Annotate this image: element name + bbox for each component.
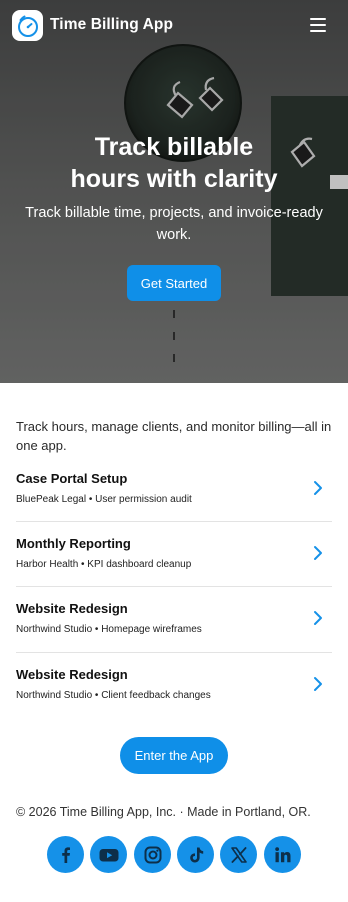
tiktok-icon	[189, 847, 203, 862]
project-item[interactable]: Case Portal Setup BluePeak Legal • User …	[16, 471, 332, 537]
chevron-right-icon	[314, 611, 322, 625]
get-started-button[interactable]: Get Started	[127, 265, 221, 301]
hero-title: Track billable hours with clarity	[0, 131, 348, 195]
instagram-link[interactable]	[134, 836, 171, 873]
youtube-link[interactable]	[90, 836, 127, 873]
enter-app-button[interactable]: Enter the App	[120, 737, 228, 774]
top-navigation-bar: Time Billing App	[0, 0, 348, 52]
social-links	[47, 836, 301, 874]
project-item[interactable]: Website Redesign Northwind Studio • Clie…	[16, 667, 332, 733]
hero-section: Time Billing App Track billable hours wi…	[0, 0, 348, 383]
project-title: Website Redesign	[16, 667, 128, 682]
divider	[16, 586, 332, 587]
facebook-icon	[61, 846, 70, 863]
hero-subtitle: Track billable time, projects, and invoi…	[25, 205, 323, 243]
instagram-icon	[144, 846, 161, 863]
app-name[interactable]: Time Billing App	[50, 16, 173, 34]
x-link[interactable]	[220, 836, 257, 873]
stopwatch-icon	[17, 15, 38, 37]
project-item[interactable]: Website Redesign Northwind Studio • Home…	[16, 601, 332, 667]
project-item[interactable]: Monthly Reporting Harbor Health • KPI da…	[16, 536, 332, 602]
linkedin-icon	[274, 846, 290, 862]
intro-text: Track hours, manage clients, and monitor…	[16, 419, 332, 453]
project-meta: BluePeak Legal • User permission audit	[16, 494, 192, 505]
project-title: Website Redesign	[16, 601, 128, 616]
divider	[16, 521, 332, 522]
tiktok-link[interactable]	[177, 836, 214, 873]
project-title: Monthly Reporting	[16, 536, 131, 551]
x-icon	[230, 846, 247, 863]
hero-title-line2: hours with clarity	[70, 165, 278, 193]
chevron-right-icon	[314, 481, 322, 495]
project-meta: Northwind Studio • Client feedback chang…	[16, 690, 211, 701]
app-logo[interactable]	[12, 10, 43, 41]
facebook-link[interactable]	[47, 836, 84, 873]
hamburger-icon[interactable]	[310, 17, 328, 33]
hero-title-line1: Track billable	[94, 133, 254, 161]
linkedin-link[interactable]	[264, 836, 301, 873]
footer-copyright: © 2026 Time Billing App, Inc. · Made in …	[16, 805, 311, 819]
divider	[16, 652, 332, 653]
project-meta: Harbor Health • KPI dashboard cleanup	[16, 559, 192, 570]
project-title: Case Portal Setup	[16, 471, 128, 486]
youtube-icon	[99, 848, 118, 861]
project-meta: Northwind Studio • Homepage wireframes	[16, 624, 202, 635]
chevron-right-icon	[314, 546, 322, 560]
chevron-right-icon	[314, 677, 322, 691]
